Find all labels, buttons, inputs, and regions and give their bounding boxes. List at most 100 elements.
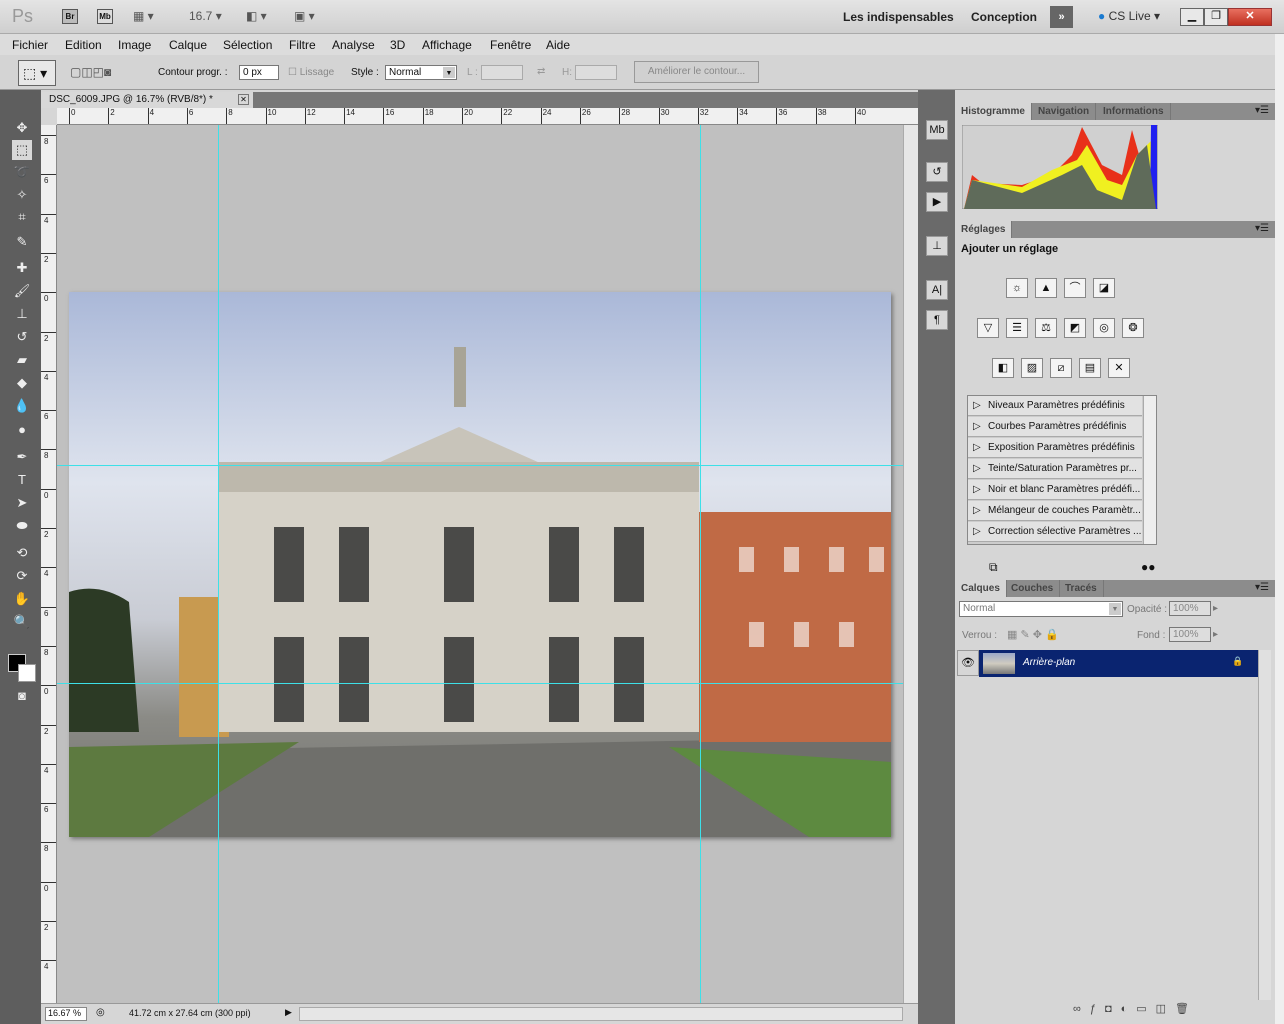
preset-curves[interactable]: Courbes Paramètres prédéfinis [968,417,1142,437]
preset-selective-color[interactable]: Correction sélective Paramètres ... [968,522,1142,542]
opacity-input[interactable]: 100% [1169,601,1211,616]
menu-fichier[interactable]: Fichier [12,38,48,52]
width-input[interactable] [481,65,523,80]
move-tool-icon[interactable]: ✥ [12,118,32,138]
lasso-tool-icon[interactable]: ➰ [12,162,32,182]
presets-scrollbar[interactable] [1143,396,1156,544]
screen-mode-button[interactable]: ▣ ▾ [294,9,315,23]
close-button[interactable]: ✕ [1228,8,1272,26]
menu-image[interactable]: Image [118,38,151,52]
gradient-map-icon[interactable]: ▤ [1079,358,1101,378]
fill-input[interactable]: 100% [1169,627,1211,642]
tab-histogram[interactable]: Histogramme [955,103,1032,120]
quick-mask-icon[interactable]: ◙ [12,686,32,706]
view-extras-button[interactable]: ▦ ▾ [133,9,154,23]
close-document-icon[interactable]: ✕ [238,94,249,105]
preset-levels[interactable]: Niveaux Paramètres prédéfinis [968,396,1142,416]
status-menu-arrow[interactable]: ▶ [285,1007,292,1018]
swap-icon[interactable]: ⇄ [537,66,545,77]
selection-mode-buttons[interactable]: ▢◫◰◙ [70,65,111,79]
background-color-swatch[interactable] [18,664,36,682]
status-icon[interactable]: ◎ [96,1007,105,1018]
preset-channel-mixer[interactable]: Mélangeur de couches Paramètr... [968,501,1142,521]
zoom-status-field[interactable]: 16.67 % [45,1007,87,1021]
hue-saturation-icon[interactable]: ☰ [1006,318,1028,338]
threshold-icon[interactable]: ⧄ [1050,358,1072,378]
panel-menu-icon[interactable]: ▾☰ [1255,105,1269,116]
type-tool-icon[interactable]: T [12,470,32,490]
horizontal-scrollbar[interactable] [299,1007,903,1021]
bridge-button[interactable]: Br [62,9,78,24]
tool-preset-picker[interactable]: ⬚ ▾ [18,60,56,86]
minimize-button[interactable]: ▁ [1180,8,1204,26]
3d-orbit-tool-icon[interactable]: ⟳ [12,566,32,586]
healing-brush-tool-icon[interactable]: ✚ [12,258,32,278]
tab-channels[interactable]: Couches [1005,580,1061,597]
pen-tool-icon[interactable]: ✒ [12,447,32,467]
levels-icon[interactable]: ▲ [1035,278,1057,298]
photo-filter-icon[interactable]: ◎ [1093,318,1115,338]
paint-bucket-tool-icon[interactable]: ◆ [12,373,32,393]
tab-adjustments[interactable]: Réglages [955,221,1013,238]
zoom-level-dropdown[interactable]: 16.7 ▾ [189,9,222,23]
actions-panel-icon[interactable]: ▶ [926,192,948,212]
height-input[interactable] [575,65,617,80]
color-balance-icon[interactable]: ⚖ [1035,318,1057,338]
vertical-scrollbar[interactable] [903,125,918,1003]
panel-menu-icon[interactable]: ▾☰ [1255,582,1269,593]
blur-tool-icon[interactable]: 💧 [12,396,32,416]
arrange-documents-button[interactable]: ◧ ▾ [246,9,267,23]
layer-visibility-eye-icon[interactable]: 👁 [957,650,979,676]
posterize-icon[interactable]: ▨ [1021,358,1043,378]
horizontal-guide[interactable] [57,683,903,684]
workspace-design[interactable]: Conception [971,10,1037,24]
menu-analyse[interactable]: Analyse [332,38,375,52]
lock-icons[interactable]: ▦ ✎ ✥ 🔒 [1007,628,1059,641]
magic-wand-tool-icon[interactable]: ✧ [12,185,32,205]
tab-paths[interactable]: Tracés [1059,580,1104,597]
stamp-tool-icon[interactable]: ⊥ [12,304,32,324]
zoom-tool-icon[interactable]: 🔍 [12,612,32,632]
marquee-tool-icon[interactable]: ⬚ [12,140,32,160]
menu-selection[interactable]: Sélection [223,38,272,52]
menu-filtre[interactable]: Filtre [289,38,316,52]
preset-hue-saturation[interactable]: Teinte/Saturation Paramètres pr... [968,459,1142,479]
horizontal-guide[interactable] [57,465,903,466]
vertical-guide[interactable] [700,125,701,1003]
history-brush-tool-icon[interactable]: ↺ [12,327,32,347]
feather-input[interactable]: 0 px [239,65,279,80]
dodge-tool-icon[interactable]: ● [12,420,32,440]
preset-black-white[interactable]: Noir et blanc Paramètres prédéfi... [968,480,1142,500]
brush-tool-icon[interactable]: 🖌 [12,281,32,301]
crop-tool-icon[interactable]: ⌗ [12,207,32,227]
cs-live-menu[interactable]: ● CS Live ▾ [1098,9,1160,23]
preset-exposure[interactable]: Exposition Paramètres prédéfinis [968,438,1142,458]
fill-slider-arrow[interactable]: ▸ [1213,629,1218,640]
vibrance-icon[interactable]: ▽ [977,318,999,338]
document-tab[interactable]: DSC_6009.JPG @ 16.7% (RVB/8*) * ✕ [41,92,253,108]
refine-edge-button[interactable]: Améliorer le contour... [634,61,759,83]
menu-edition[interactable]: Edition [65,38,102,52]
vertical-guide[interactable] [218,125,219,1003]
layer-row[interactable]: Arrière-plan 🔒 [979,650,1258,677]
layer-action-buttons[interactable]: ∞ƒ◘◐▭◫🗑 [1073,1002,1198,1015]
layers-scrollbar[interactable] [1258,650,1271,1000]
curves-icon[interactable]: ⌒ [1064,278,1086,298]
tab-layers[interactable]: Calques [955,580,1007,597]
clone-source-panel-icon[interactable]: ⊥ [926,236,948,256]
antialias-checkbox[interactable]: ☐ Lissage [288,67,334,78]
path-selection-tool-icon[interactable]: ➤ [12,493,32,513]
exposure-icon[interactable]: ◪ [1093,278,1115,298]
mini-bridge-button[interactable]: Mb [97,9,113,24]
3d-rotate-tool-icon[interactable]: ⟲ [12,543,32,563]
tab-navigation[interactable]: Navigation [1032,103,1097,120]
shape-tool-icon[interactable]: ⬬ [12,516,32,536]
menu-affichage[interactable]: Affichage [422,38,472,52]
menu-3d[interactable]: 3D [390,38,405,52]
panel-menu-icon[interactable]: ▾☰ [1255,223,1269,234]
channel-mixer-icon[interactable]: ❂ [1122,318,1144,338]
invert-icon[interactable]: ◧ [992,358,1014,378]
history-panel-icon[interactable]: ↺ [926,162,948,182]
restore-button[interactable]: ❐ [1204,8,1228,26]
character-panel-icon[interactable]: A| [926,280,948,300]
